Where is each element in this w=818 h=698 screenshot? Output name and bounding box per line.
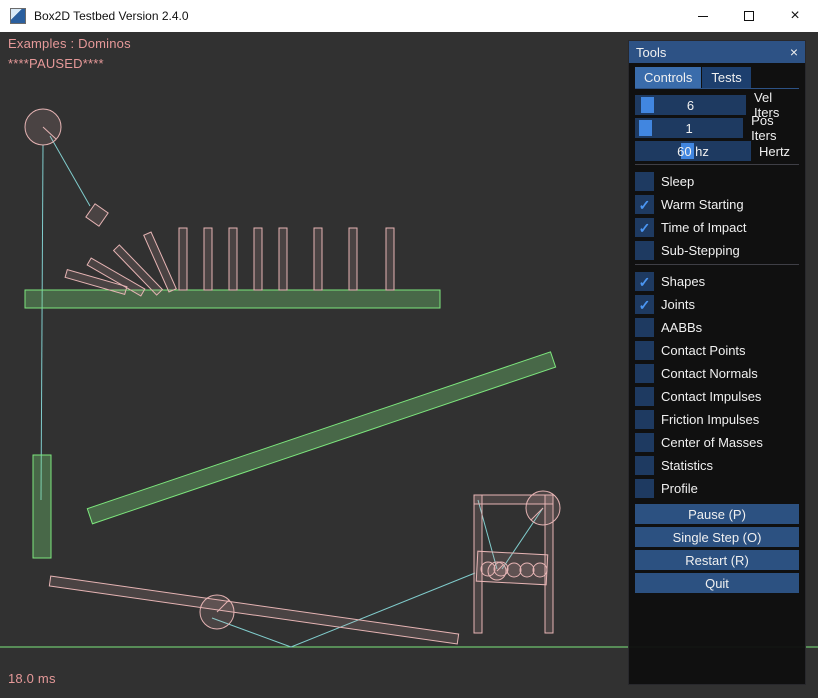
dominoes xyxy=(65,228,394,296)
checkbox-aabbs[interactable]: ✓ AABBs xyxy=(635,318,799,337)
hertz-slider[interactable]: 60 hz xyxy=(635,141,751,161)
checkbox-box[interactable]: ✓ xyxy=(635,272,654,291)
checkbox-sub-stepping[interactable]: ✓ Sub-Stepping xyxy=(635,241,799,260)
tools-window[interactable]: Tools × Controls Tests 6 Vel Iters 1 xyxy=(628,40,806,685)
slider-grab[interactable] xyxy=(641,97,654,113)
slider-row-hertz: 60 hz Hertz xyxy=(635,141,799,161)
restart-button[interactable]: Restart (R) xyxy=(635,550,799,570)
checkbox-label: Sub-Stepping xyxy=(661,243,740,258)
pos-iters-value: 1 xyxy=(685,121,692,136)
checkbox-label: Contact Points xyxy=(661,343,746,358)
checkbox-center-of-masses[interactable]: ✓ Center of Masses xyxy=(635,433,799,452)
single-step-button[interactable]: Single Step (O) xyxy=(635,527,799,547)
pause-button[interactable]: Pause (P) xyxy=(635,504,799,524)
maximize-icon xyxy=(744,11,754,21)
check-icon: ✓ xyxy=(639,198,651,212)
checkbox-label: Warm Starting xyxy=(661,197,744,212)
checkbox-label: Contact Impulses xyxy=(661,389,761,404)
slider-grab[interactable] xyxy=(639,120,652,136)
checkbox-box[interactable]: ✓ xyxy=(635,410,654,429)
checkbox-label: Contact Normals xyxy=(661,366,758,381)
checkbox-box[interactable]: ✓ xyxy=(635,295,654,314)
checkbox-contact-normals[interactable]: ✓ Contact Normals xyxy=(635,364,799,383)
checkbox-box[interactable]: ✓ xyxy=(635,341,654,360)
checkbox-label: Time of Impact xyxy=(661,220,746,235)
paused-label: ****PAUSED**** xyxy=(8,56,104,71)
checkbox-warm-starting[interactable]: ✓ Warm Starting xyxy=(635,195,799,214)
checkbox-label: Sleep xyxy=(661,174,694,189)
checkbox-statistics[interactable]: ✓ Statistics xyxy=(635,456,799,475)
close-icon: × xyxy=(790,8,799,24)
tools-body: Controls Tests 6 Vel Iters 1 Pos Iters xyxy=(629,63,805,600)
separator xyxy=(635,264,799,265)
tab-controls[interactable]: Controls xyxy=(635,67,701,88)
window-titlebar[interactable]: Box2D Testbed Version 2.4.0 × xyxy=(0,0,818,32)
green-column xyxy=(33,455,51,558)
domino-platform xyxy=(25,290,440,308)
checkbox-box[interactable]: ✓ xyxy=(635,172,654,191)
hertz-value: 60 hz xyxy=(677,144,709,159)
vel-iters-slider[interactable]: 6 xyxy=(635,95,746,115)
close-button[interactable]: × xyxy=(772,0,818,32)
checkbox-contact-impulses[interactable]: ✓ Contact Impulses xyxy=(635,387,799,406)
window-controls: × xyxy=(680,0,818,32)
minimize-button[interactable] xyxy=(680,0,726,32)
pos-iters-slider[interactable]: 1 xyxy=(635,118,743,138)
check-icon: ✓ xyxy=(639,221,651,235)
checkbox-label: Joints xyxy=(661,297,695,312)
checkbox-box[interactable]: ✓ xyxy=(635,433,654,452)
checkbox-friction-impulses[interactable]: ✓ Friction Impulses xyxy=(635,410,799,429)
app-icon xyxy=(10,8,26,24)
pos-iters-label: Pos Iters xyxy=(751,113,799,143)
checkbox-label: Statistics xyxy=(661,458,713,473)
vel-iters-value: 6 xyxy=(687,98,694,113)
checkbox-box[interactable]: ✓ xyxy=(635,318,654,337)
checkbox-box[interactable]: ✓ xyxy=(635,364,654,383)
separator xyxy=(635,164,799,165)
check-icon: ✓ xyxy=(639,275,651,289)
tools-close-icon[interactable]: × xyxy=(790,45,798,59)
window-title: Box2D Testbed Version 2.4.0 xyxy=(34,9,189,23)
maximize-button[interactable] xyxy=(726,0,772,32)
check-icon: ✓ xyxy=(639,298,651,312)
minimize-icon xyxy=(698,16,708,17)
frame-time-label: 18.0 ms xyxy=(8,671,56,686)
tools-title: Tools xyxy=(636,45,666,60)
checkbox-label: Shapes xyxy=(661,274,705,289)
checkbox-contact-points[interactable]: ✓ Contact Points xyxy=(635,341,799,360)
simulation-canvas[interactable]: Examples : Dominos ****PAUSED**** 18.0 m… xyxy=(0,32,818,698)
pendulum-box xyxy=(86,204,108,226)
quit-button[interactable]: Quit xyxy=(635,573,799,593)
checkbox-box[interactable]: ✓ xyxy=(635,479,654,498)
checkbox-box[interactable]: ✓ xyxy=(635,456,654,475)
checkbox-box[interactable]: ✓ xyxy=(635,241,654,260)
checkbox-label: Friction Impulses xyxy=(661,412,759,427)
checkbox-shapes[interactable]: ✓ Shapes xyxy=(635,272,799,291)
slider-row-vel-iters: 6 Vel Iters xyxy=(635,95,799,115)
checkbox-label: Center of Masses xyxy=(661,435,763,450)
hertz-label: Hertz xyxy=(759,144,790,159)
checkbox-label: Profile xyxy=(661,481,698,496)
slider-row-pos-iters: 1 Pos Iters xyxy=(635,118,799,138)
tools-tabbar: Controls Tests xyxy=(635,67,799,89)
checkbox-time-of-impact[interactable]: ✓ Time of Impact xyxy=(635,218,799,237)
checkbox-box[interactable]: ✓ xyxy=(635,218,654,237)
checkbox-box[interactable]: ✓ xyxy=(635,195,654,214)
checkbox-box[interactable]: ✓ xyxy=(635,387,654,406)
checkbox-label: AABBs xyxy=(661,320,702,335)
example-label: Examples : Dominos xyxy=(8,36,131,51)
tools-titlebar[interactable]: Tools × xyxy=(629,41,805,63)
checkbox-profile[interactable]: ✓ Profile xyxy=(635,479,799,498)
checkbox-joints[interactable]: ✓ Joints xyxy=(635,295,799,314)
checkbox-sleep[interactable]: ✓ Sleep xyxy=(635,172,799,191)
tab-tests[interactable]: Tests xyxy=(702,67,750,88)
